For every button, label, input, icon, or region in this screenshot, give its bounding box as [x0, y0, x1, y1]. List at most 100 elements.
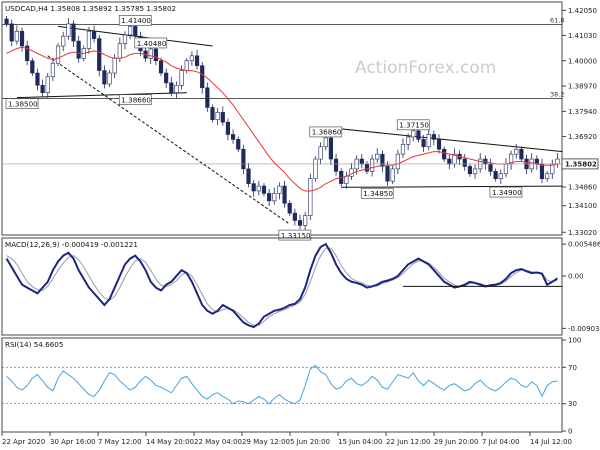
level-label: 1.34850	[363, 189, 393, 198]
time-tick-label: 29 May 12:00	[242, 438, 290, 446]
time-tick-label: 30 Apr 16:00	[50, 438, 96, 446]
level-label: 1.37150	[399, 121, 429, 130]
candle-body	[230, 134, 236, 140]
candle-body	[220, 112, 225, 123]
price-panel-frame	[1, 1, 563, 236]
rsi-line	[6, 364, 558, 405]
candle-body	[200, 65, 205, 89]
descending-trendline	[336, 127, 563, 153]
candle-body	[462, 158, 467, 167]
price-tick-label: 1.37940	[568, 108, 597, 116]
current-price-label: 1.35802	[565, 160, 597, 168]
candle-body	[158, 60, 164, 74]
fib-level-label: 61.8	[550, 16, 564, 24]
candle-body	[282, 185, 287, 204]
price-tick-label: 1.36920	[568, 133, 597, 141]
candle-body	[30, 60, 35, 74]
candle-body	[514, 148, 519, 155]
candle-body	[323, 137, 328, 148]
price-tick-label: 1.34100	[568, 202, 597, 210]
rsi-panel-frame	[1, 337, 563, 433]
candle-body	[122, 34, 128, 44]
candle-body	[128, 26, 133, 36]
time-tick-label: 7 May 12:00	[98, 438, 142, 446]
candle-body	[236, 139, 241, 150]
rsi-header: RSI(14) 54.6605	[5, 340, 63, 349]
level-label: 1.36860	[312, 128, 342, 137]
candle-body	[215, 112, 220, 121]
candle-body	[148, 48, 153, 59]
price-tick-label: 1.42050	[568, 7, 597, 15]
candle-body	[385, 166, 390, 182]
candle-body	[519, 148, 524, 160]
candle-body	[91, 30, 97, 39]
rsi-tick-label: 0	[568, 428, 572, 436]
candle-body	[107, 72, 112, 85]
candle-body	[35, 72, 40, 86]
time-tick-label: 7 Jul 04:00	[482, 438, 520, 446]
candle-body	[86, 30, 92, 49]
macd-axis: 0.005486 0.00 -0.009034	[562, 241, 600, 333]
level-label: 1.38660	[121, 95, 151, 104]
candle-body	[395, 153, 400, 170]
price-header: USDCAD,H4 1.35808 1.35892 1.35785 1.3580…	[5, 4, 176, 13]
level-label: 1.33150	[281, 231, 311, 240]
candle-body	[555, 158, 560, 165]
macd-panel: MACD(12,26,9) -0.000419 -0.001221 0.0054…	[1, 237, 600, 336]
candle-body	[369, 158, 375, 172]
level-label: 1.34900	[492, 188, 522, 197]
rsi-panel: RSI(14) 54.6605 100 70 30 0	[1, 337, 581, 436]
candle-body	[164, 72, 169, 84]
candle-body	[9, 23, 14, 42]
candle-body	[45, 76, 50, 93]
candle-body	[545, 173, 550, 180]
candle-body	[539, 163, 545, 180]
candle-body	[328, 137, 334, 160]
candle-body	[189, 55, 195, 62]
time-tick-label: 22 May 04:00	[194, 438, 242, 446]
macd-tick-label: 0.00	[568, 272, 584, 280]
candle-body	[297, 220, 303, 226]
candle-body	[261, 185, 267, 194]
macd-tick-label: 0.005486	[568, 241, 600, 249]
candle-body	[375, 153, 380, 160]
candle-body	[251, 183, 256, 192]
candle-body	[359, 158, 364, 165]
candle-body	[447, 158, 452, 165]
candle-body	[467, 166, 473, 175]
forex-chart: ActionForex.com USDCAD,H4 1.35808 1.3589…	[1, 1, 600, 446]
level-label: 1.38500	[8, 99, 38, 108]
candle-body	[287, 202, 292, 214]
candle-body	[4, 18, 9, 25]
macd-line	[5, 242, 558, 329]
candle-body	[66, 23, 71, 37]
candle-body	[256, 185, 261, 192]
candle-body	[14, 30, 19, 42]
price-tick-label: 1.41030	[568, 32, 597, 40]
time-axis: 22 Apr 2020 30 Apr 16:00 7 May 12:00 14 May…	[1, 432, 572, 446]
rsi-tick-label: 70	[568, 364, 577, 372]
price-tick-label: 1.33020	[568, 229, 597, 237]
candle-body	[406, 136, 411, 145]
candle-body	[493, 171, 498, 180]
candle-body	[102, 70, 107, 85]
candle-body	[426, 134, 431, 148]
candle-body	[380, 153, 385, 167]
fib-level-label: 38.2	[550, 90, 564, 98]
candle-body	[184, 60, 189, 71]
time-tick-label: 29 Jun 20:00	[434, 438, 478, 446]
candle-body	[210, 107, 215, 121]
time-tick-label: 22 Apr 2020	[2, 438, 45, 446]
candle-body	[133, 26, 138, 37]
candle-body	[97, 38, 102, 71]
level-label: 1.41400	[121, 16, 151, 25]
candle-body	[364, 163, 370, 172]
candle-body	[19, 30, 25, 47]
candle-body	[498, 173, 503, 180]
price-tick-label: 1.40000	[568, 57, 597, 65]
rsi-tick-label: 30	[568, 400, 577, 408]
candle-body	[205, 87, 210, 108]
candle-body	[76, 40, 81, 59]
candle-body	[174, 85, 179, 93]
candle-body	[442, 148, 447, 160]
